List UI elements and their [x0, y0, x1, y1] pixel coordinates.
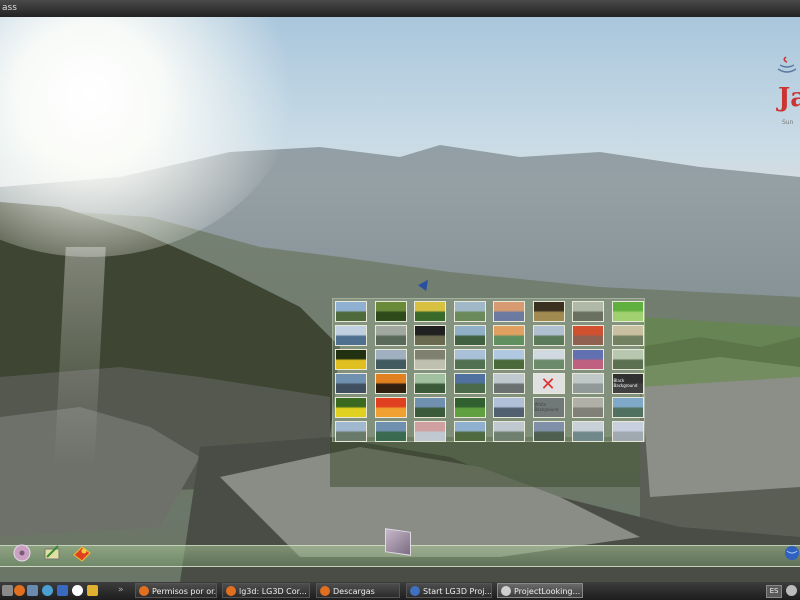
wallpaper-thumbnail[interactable]: [453, 397, 486, 418]
java-logo: Ja Sun: [770, 55, 800, 145]
network-icon[interactable]: [42, 585, 53, 596]
wallpaper-thumbnail[interactable]: [493, 301, 525, 322]
wallpaper-thumbnail[interactable]: [611, 397, 644, 418]
wallpaper-thumbnail[interactable]: [532, 325, 565, 346]
wallpaper-thumbnail[interactable]: [572, 349, 604, 370]
flash-icon[interactable]: [87, 585, 98, 596]
wallpaper-thumbnail[interactable]: [493, 373, 525, 394]
wallpaper-thumbnail[interactable]: [572, 397, 604, 418]
firefox-icon[interactable]: [14, 585, 25, 596]
desktop-cube-icon[interactable]: [385, 528, 411, 556]
taskbar-button-label: Start LG3D Proj...: [423, 587, 492, 596]
wallpaper-thumbnail[interactable]: [532, 301, 565, 322]
wallpaper-thumbnail[interactable]: [414, 373, 446, 394]
taskbar-button[interactable]: ProjectLooking...: [497, 583, 583, 598]
wallpaper-thumbnail[interactable]: [453, 349, 486, 370]
wallpaper-thumbnail[interactable]: [453, 325, 486, 346]
wallpaper-thumbnail[interactable]: [532, 349, 565, 370]
wallpaper-thumbnail[interactable]: [611, 325, 644, 346]
tray-icon[interactable]: [786, 585, 797, 596]
wallpaper-thumbnail[interactable]: [374, 349, 407, 370]
wallpaper-thumbnail[interactable]: [335, 397, 367, 418]
puzzle-icon[interactable]: [72, 543, 92, 563]
wallpaper-thumbnail[interactable]: [493, 325, 525, 346]
wallpaper-thumbnail[interactable]: [335, 301, 367, 322]
wallpaper-thumbnail[interactable]: [335, 325, 367, 346]
wallpaper-thumbnail[interactable]: [572, 301, 604, 322]
wallpaper-thumbnail[interactable]: [374, 421, 407, 442]
wallpaper-thumbnail[interactable]: [493, 397, 525, 418]
wallpaper-thumbnail[interactable]: [335, 373, 367, 394]
wallpaper-thumbnail[interactable]: [414, 349, 446, 370]
wallpaper-thumbnail[interactable]: [493, 421, 525, 442]
wallpaper-thumbnail[interactable]: [453, 421, 486, 442]
document-icon: [501, 586, 511, 596]
wallpaper-thumbnail[interactable]: [453, 373, 486, 394]
wallpaper-thumbnail[interactable]: [374, 397, 407, 418]
wallpaper-thumbnail[interactable]: [414, 301, 446, 322]
wallpaper-thumbnail[interactable]: [414, 325, 446, 346]
wallpaper-thumbnail[interactable]: [611, 421, 644, 442]
wallpaper-thumbnail[interactable]: [335, 421, 367, 442]
java-logo-subtext: Sun: [782, 119, 794, 126]
wallpaper-thumbnail-grid[interactable]: ✕ Black Background White Background: [332, 298, 645, 442]
taskbar-button[interactable]: lg3d: LG3D Cor...: [222, 583, 310, 598]
wallpaper-thumbnail[interactable]: [374, 373, 407, 394]
wallpaper-thumbnail[interactable]: [453, 301, 486, 322]
firefox-icon: [139, 586, 149, 596]
wallpaper-thumbnail[interactable]: [414, 397, 446, 418]
taskbar-button-label: Descargas: [333, 587, 375, 596]
wallpaper-thumbnail[interactable]: ✕: [532, 373, 565, 394]
wallpaper-thumbnail[interactable]: [493, 349, 525, 370]
wallpaper-thumbnail[interactable]: [374, 301, 407, 322]
wallpaper-thumbnail[interactable]: Black Background: [611, 373, 644, 394]
wallpaper-thumbnail[interactable]: [572, 373, 604, 394]
globe-icon[interactable]: [782, 543, 800, 563]
thumbnail-label: White Background: [534, 402, 559, 412]
wallpaper-thumbnail[interactable]: [611, 349, 644, 370]
wallpaper-thumbnail[interactable]: [414, 421, 446, 442]
wallpaper-thumbnail[interactable]: [572, 325, 604, 346]
language-indicator[interactable]: ES: [766, 585, 782, 598]
firefox-icon: [226, 586, 236, 596]
taskbar-button-label: Permisos por or...: [152, 587, 217, 596]
editor-icon[interactable]: [42, 543, 62, 563]
java-cup-icon: [777, 56, 797, 73]
wallpaper-thumbnail[interactable]: [572, 421, 604, 442]
wallpaper-thumbnail[interactable]: [335, 349, 367, 370]
cd-icon[interactable]: [12, 543, 32, 563]
taskbar: » Permisos por or... lg3d: LG3D Cor... Des…: [0, 582, 800, 600]
remove-wallpaper-icon: ✕: [540, 374, 556, 394]
window-title: ass: [2, 3, 17, 13]
window-title-bar[interactable]: ass: [0, 0, 800, 17]
taskbar-button-label: lg3d: LG3D Cor...: [239, 587, 307, 596]
terminal-icon: [410, 586, 420, 596]
show-desktop-icon[interactable]: [2, 585, 13, 596]
taskbar-overflow-chevron[interactable]: »: [118, 585, 124, 595]
mail-icon[interactable]: [27, 585, 38, 596]
wallpaper-thumbnail[interactable]: White Background: [532, 397, 565, 418]
wallpaper-thumbnail[interactable]: [532, 421, 565, 442]
explorer-icon[interactable]: [57, 585, 68, 596]
media-icon[interactable]: [72, 585, 83, 596]
taskbar-button-label: ProjectLooking...: [514, 587, 581, 596]
taskbar-button[interactable]: Descargas: [316, 583, 400, 598]
wallpaper-thumbnail[interactable]: [611, 301, 644, 322]
wallpaper-thumbnail[interactable]: [374, 325, 407, 346]
taskbar-button[interactable]: Permisos por or...: [135, 583, 217, 598]
firefox-icon: [320, 586, 330, 596]
thumbnail-label: Black Background: [613, 378, 638, 388]
taskbar-button[interactable]: Start LG3D Proj...: [406, 583, 492, 598]
java-logo-text: Ja: [778, 83, 800, 113]
